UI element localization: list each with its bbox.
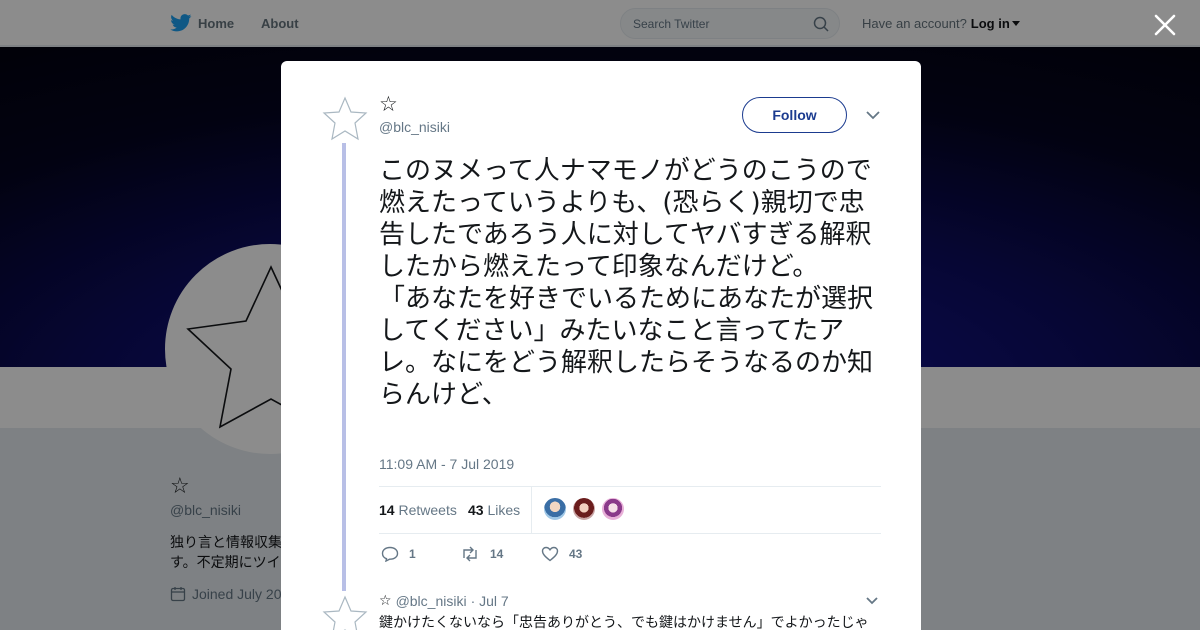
chevron-down-icon[interactable] bbox=[865, 109, 881, 121]
reply-button[interactable]: 1 bbox=[381, 546, 416, 562]
tweet-timestamp[interactable]: 11:09 AM - 7 Jul 2019 bbox=[379, 456, 514, 472]
tweet-author-name[interactable]: ☆ bbox=[379, 93, 398, 117]
tweet-permalink-modal: ☆ @blc_nisiki Follow このヌメって人ナマモノがどうのこうので… bbox=[281, 61, 921, 630]
retweet-stat-count: 14 bbox=[379, 502, 395, 518]
reply-author-handle[interactable]: @blc_nisiki bbox=[396, 593, 467, 609]
liker-avatar[interactable] bbox=[572, 497, 596, 521]
retweet-icon bbox=[463, 546, 477, 562]
tweet-author-handle[interactable]: @blc_nisiki bbox=[379, 119, 450, 135]
tweet-stats: 14 Retweets 43 Likes bbox=[379, 486, 881, 534]
like-stat-count: 43 bbox=[468, 502, 484, 518]
liker-avatar[interactable] bbox=[601, 497, 625, 521]
follow-button[interactable]: Follow bbox=[742, 97, 847, 133]
close-icon[interactable] bbox=[1152, 12, 1178, 38]
reply-header: ☆ @blc_nisiki · Jul 7 bbox=[379, 592, 509, 609]
tweet-author-avatar[interactable] bbox=[321, 95, 369, 143]
retweet-stat[interactable]: 14 Retweets bbox=[379, 502, 457, 518]
thread-connector-line bbox=[342, 143, 346, 591]
reply-author-avatar[interactable] bbox=[321, 594, 369, 630]
tweet-actions: 1 14 43 bbox=[379, 543, 881, 567]
retweet-stat-label: Retweets bbox=[398, 502, 457, 518]
retweet-count: 14 bbox=[490, 547, 504, 561]
reply-count: 1 bbox=[409, 547, 416, 561]
like-stat-label: Likes bbox=[487, 502, 521, 518]
liker-avatar[interactable] bbox=[543, 497, 567, 521]
reply-author-name[interactable]: ☆ bbox=[379, 592, 392, 609]
like-stat[interactable]: 43 Likes bbox=[468, 502, 520, 518]
stats-divider bbox=[531, 487, 532, 533]
like-button[interactable]: 43 bbox=[541, 546, 582, 562]
reply-icon bbox=[381, 546, 399, 562]
reply-text: 鍵かけたくないなら「忠告ありがとう、でも鍵はかけません」でよかったじゃ bbox=[379, 615, 869, 630]
tweet-text: このヌメって人ナマモノがどうのこうので燃えたっていうよりも、(恐らく)親切で忠告… bbox=[379, 156, 874, 410]
retweet-button[interactable]: 14 bbox=[460, 546, 503, 562]
like-count: 43 bbox=[569, 547, 583, 561]
heart-icon bbox=[541, 546, 559, 562]
likers-avatars bbox=[543, 497, 625, 521]
chevron-down-icon[interactable] bbox=[865, 596, 879, 606]
reply-date[interactable]: · Jul 7 bbox=[471, 593, 509, 609]
